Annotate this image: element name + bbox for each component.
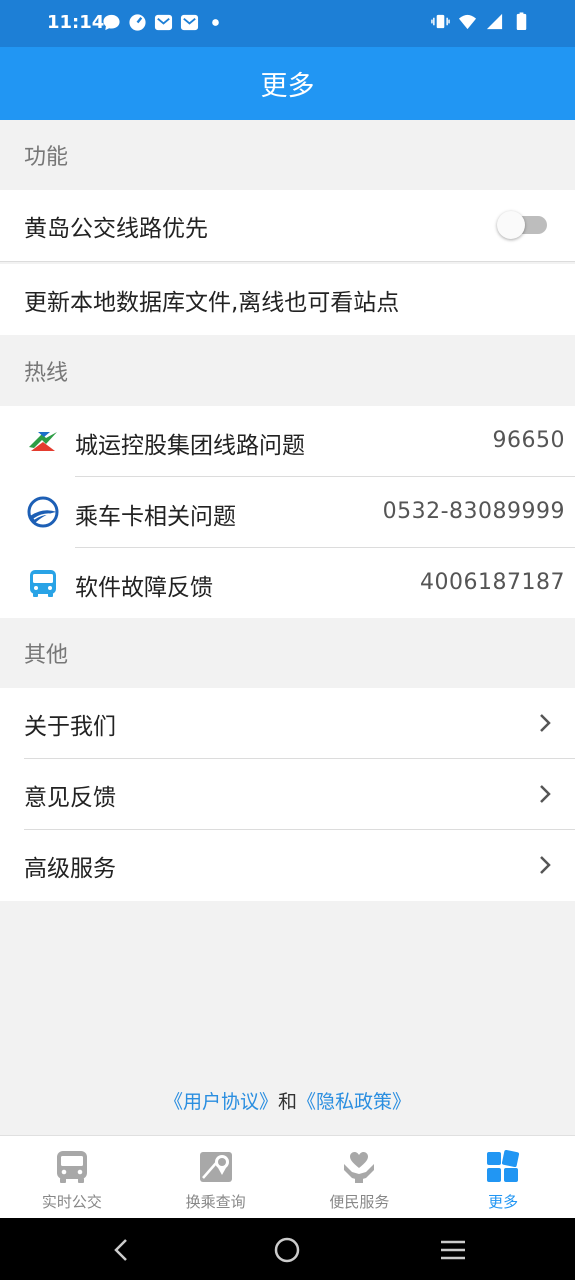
hand-heart-icon xyxy=(344,1152,375,1183)
hotline-label: 乘车卡相关问题 xyxy=(75,504,236,530)
huangdao-priority-label: 黄岛公交线路优先 xyxy=(24,215,208,242)
nav-item-transfer-query[interactable]: 换乘查询 xyxy=(144,1136,288,1218)
hotline-row-transit-card[interactable]: 乘车卡相关问题 0532-83089999 xyxy=(0,477,575,548)
footer-and-text: 和 xyxy=(277,1091,297,1113)
nav-label: 换乘查询 xyxy=(185,1193,246,1211)
feedback-row[interactable]: 意见反馈 xyxy=(0,759,575,830)
hotline-row-software-feedback[interactable]: 软件故障反馈 4006187187 xyxy=(0,548,575,619)
nav-label: 实时公交 xyxy=(41,1193,102,1211)
privacy-policy-link[interactable]: 《隐私政策》 xyxy=(297,1091,411,1113)
map-pin-icon xyxy=(199,1152,232,1182)
about-us-label: 关于我们 xyxy=(24,713,116,740)
about-us-row[interactable]: 关于我们 xyxy=(0,688,575,759)
home-icon[interactable] xyxy=(271,1234,303,1266)
chevron-right-icon xyxy=(540,856,551,874)
signal-icon xyxy=(486,13,503,30)
transit-card-logo-icon xyxy=(27,496,59,528)
speed-icon xyxy=(129,14,146,31)
page-title-bar: 更多 xyxy=(0,47,575,120)
divider xyxy=(0,261,575,262)
huangdao-priority-toggle[interactable] xyxy=(497,211,547,239)
grid-icon xyxy=(487,1149,520,1182)
page-title: 更多 xyxy=(260,71,315,102)
update-database-row[interactable]: 更新本地数据库文件,离线也可看站点 xyxy=(0,264,575,335)
hotline-number[interactable]: 0532-83089999 xyxy=(383,499,565,524)
back-icon[interactable] xyxy=(106,1234,138,1266)
nav-label: 更多 xyxy=(488,1193,519,1211)
feedback-label: 意见反馈 xyxy=(24,784,116,811)
status-time: 11:14 xyxy=(47,12,105,33)
system-status-icons xyxy=(431,12,531,31)
nav-item-realtime-bus[interactable]: 实时公交 xyxy=(0,1136,144,1218)
bus-icon xyxy=(30,570,56,597)
update-database-label: 更新本地数据库文件,离线也可看站点 xyxy=(24,289,400,316)
huangdao-priority-row[interactable]: 黄岛公交线路优先 xyxy=(0,190,575,261)
hotline-number[interactable]: 96650 xyxy=(493,428,566,453)
vibrate-icon xyxy=(431,14,450,29)
user-agreement-link[interactable]: 《用户协议》 xyxy=(164,1091,278,1113)
status-bar: 11:14 xyxy=(0,0,575,47)
hotline-row-city-transport[interactable]: 城运控股集团线路问题 96650 xyxy=(0,406,575,477)
bottom-nav: 实时公交 换乘查询 便民服务 更多 xyxy=(0,1135,575,1218)
hotline-label: 城运控股集团线路问题 xyxy=(75,433,305,459)
notification-icons xyxy=(102,13,225,32)
nav-item-more[interactable]: 更多 xyxy=(431,1136,575,1218)
mail-icon xyxy=(154,14,173,31)
city-transport-logo-icon xyxy=(29,432,57,451)
hotline-label: 软件故障反馈 xyxy=(75,575,213,601)
message-icon xyxy=(103,14,120,31)
section-header-features: 功能 xyxy=(0,120,575,190)
toggle-knob xyxy=(497,211,525,239)
recents-icon[interactable] xyxy=(437,1234,469,1266)
nav-label: 便民服务 xyxy=(329,1193,390,1211)
dot-icon xyxy=(212,19,219,26)
chevron-right-icon xyxy=(540,714,551,732)
mail-icon xyxy=(180,14,199,31)
footer-links: 《用户协议》和《隐私政策》 xyxy=(0,1087,575,1114)
system-nav-bar xyxy=(0,1218,575,1280)
section-header-hotline: 热线 xyxy=(0,336,575,406)
bus-icon xyxy=(56,1151,87,1183)
hotline-number[interactable]: 4006187187 xyxy=(420,570,565,595)
battery-icon xyxy=(516,12,527,31)
chevron-right-icon xyxy=(540,785,551,803)
wifi-icon xyxy=(458,14,477,30)
premium-service-row[interactable]: 高级服务 xyxy=(0,830,575,901)
section-header-other: 其他 xyxy=(0,618,575,688)
premium-service-label: 高级服务 xyxy=(24,855,116,882)
nav-item-convenience-service[interactable]: 便民服务 xyxy=(288,1136,432,1218)
